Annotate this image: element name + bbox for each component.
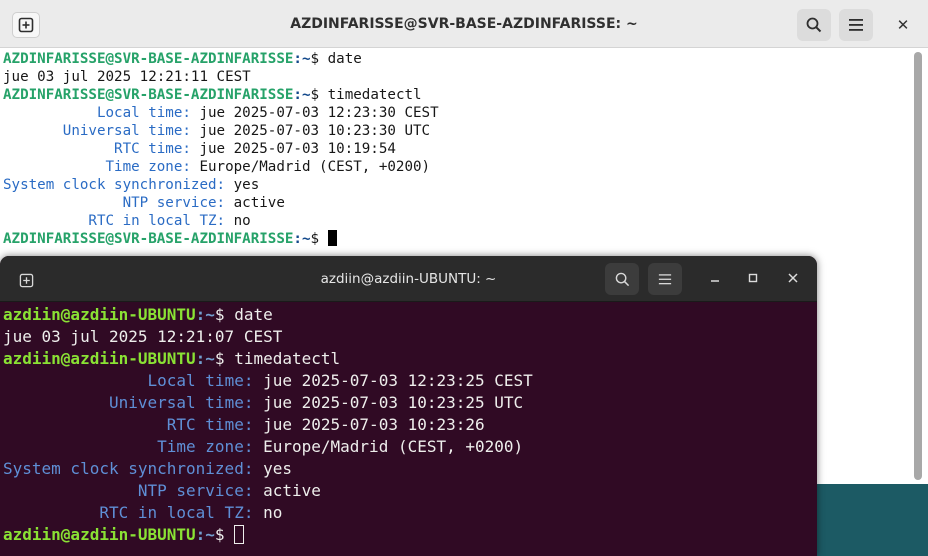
prompt-line: azdiin@azdiin-UBUNTU:~$: [3, 524, 813, 546]
hamburger-menu-icon: [849, 19, 863, 31]
row-label: RTC time:: [166, 415, 264, 434]
prompt-user-host: AZDINFARISSE@SVR-BASE-AZDINFARISSE: [3, 51, 294, 67]
front-terminal-titlebar[interactable]: azdiin@azdiin-UBUNTU: ~: [0, 256, 817, 302]
prompt-symbol: $: [310, 51, 328, 67]
menu-button[interactable]: [839, 9, 873, 41]
prompt-path: :~: [293, 231, 311, 247]
timedatectl-row: System clock synchronized: yes: [3, 176, 908, 194]
row-value: active: [233, 195, 285, 211]
row-label: Universal time:: [108, 393, 264, 412]
prompt-line: AZDINFARISSE@SVR-BASE-AZDINFARISSE:~$: [3, 230, 908, 248]
timedatectl-row: Local time: jue 2025-07-03 12:23:25 CEST: [3, 370, 813, 392]
timedatectl-row: NTP service: active: [3, 480, 813, 502]
command-text: date: [327, 51, 362, 67]
timedatectl-row: RTC in local TZ: no: [3, 502, 813, 524]
menu-button[interactable]: [648, 263, 682, 295]
row-value: yes: [263, 459, 292, 478]
row-label: Time zone:: [157, 437, 264, 456]
prompt-line: azdiin@azdiin-UBUNTU:~$ timedatectl: [3, 348, 813, 370]
row-label: Universal time:: [62, 123, 200, 139]
front-terminal-window: azdiin@azdiin-UBUNTU: ~ azdiin@azdiin-UB…: [0, 256, 817, 556]
maximize-button[interactable]: [742, 268, 764, 290]
timedatectl-row: RTC time: jue 2025-07-03 10:19:54: [3, 140, 908, 158]
prompt-symbol: $: [310, 87, 328, 103]
prompt-symbol: $: [310, 231, 328, 247]
timedatectl-row: RTC in local TZ: no: [3, 212, 908, 230]
close-icon: ✕: [896, 16, 910, 34]
prompt-symbol: $: [214, 305, 235, 324]
prompt-path: :~: [195, 525, 215, 544]
prompt-user-host: azdiin@azdiin-UBUNTU: [3, 525, 196, 544]
prompt-path: :~: [293, 51, 311, 67]
row-value: yes: [233, 177, 260, 193]
command-text: date: [234, 305, 273, 324]
scrollbar-thumb[interactable]: [914, 52, 922, 480]
prompt-path: :~: [293, 87, 311, 103]
hamburger-menu-icon: [658, 273, 672, 284]
row-label: System clock synchronized:: [3, 459, 264, 478]
row-value: jue 2025-07-03 12:23:30 CEST: [199, 105, 439, 121]
row-label: Local time:: [96, 105, 200, 121]
row-label: Local time:: [147, 371, 264, 390]
prompt-symbol: $: [214, 349, 235, 368]
date-output: jue 03 jul 2025 12:21:07 CEST: [3, 327, 283, 346]
back-terminal-titlebar[interactable]: AZDINFARISSE@SVR-BASE-AZDINFARISSE: ~ ✕: [0, 0, 928, 48]
timedatectl-row: NTP service: active: [3, 194, 908, 212]
prompt-user-host: azdiin@azdiin-UBUNTU: [3, 349, 196, 368]
row-value: jue 2025-07-03 12:23:25 CEST: [263, 371, 533, 390]
prompt-user-host: azdiin@azdiin-UBUNTU: [3, 305, 196, 324]
row-value: no: [263, 503, 283, 522]
search-button[interactable]: [797, 9, 831, 41]
maximize-icon: [748, 273, 758, 283]
minimize-icon: [711, 280, 719, 282]
front-terminal-output[interactable]: azdiin@azdiin-UBUNTU:~$ date jue 03 jul 2…: [3, 304, 813, 546]
prompt-symbol: $: [214, 525, 235, 544]
row-label: RTC in local TZ:: [99, 503, 264, 522]
scrollbar[interactable]: [914, 52, 922, 482]
prompt-line: azdiin@azdiin-UBUNTU:~$ date: [3, 304, 813, 326]
timedatectl-row: Time zone: Europe/Madrid (CEST, +0200): [3, 436, 813, 458]
back-terminal-output[interactable]: AZDINFARISSE@SVR-BASE-AZDINFARISSE:~$ da…: [3, 50, 908, 248]
minimize-button[interactable]: [704, 268, 726, 290]
row-value: jue 2025-07-03 10:23:26: [263, 415, 485, 434]
row-value: active: [263, 481, 321, 500]
row-label: RTC in local TZ:: [88, 213, 234, 229]
row-label: Time zone:: [105, 159, 200, 175]
prompt-user-host: AZDINFARISSE@SVR-BASE-AZDINFARISSE: [3, 231, 294, 247]
row-value: jue 2025-07-03 10:23:30 UTC: [199, 123, 431, 139]
prompt-path: :~: [195, 305, 215, 324]
row-label: NTP service:: [137, 481, 264, 500]
row-value: Europe/Madrid (CEST, +0200): [199, 159, 431, 175]
row-value: jue 2025-07-03 10:19:54: [199, 141, 396, 157]
close-icon: [788, 273, 798, 283]
date-output: jue 03 jul 2025 12:21:11 CEST: [3, 69, 251, 85]
close-button[interactable]: ✕: [892, 14, 914, 36]
text-cursor: [234, 525, 245, 544]
timedatectl-row: Universal time: jue 2025-07-03 10:23:30 …: [3, 122, 908, 140]
search-button[interactable]: [605, 263, 639, 295]
row-value: jue 2025-07-03 10:23:25 UTC: [263, 393, 524, 412]
timedatectl-row: Universal time: jue 2025-07-03 10:23:25 …: [3, 392, 813, 414]
timedatectl-row: Time zone: Europe/Madrid (CEST, +0200): [3, 158, 908, 176]
row-label: System clock synchronized:: [3, 177, 234, 193]
row-label: NTP service:: [122, 195, 234, 211]
window-title: azdiin@azdiin-UBUNTU: ~: [320, 271, 497, 287]
timedatectl-row: RTC time: jue 2025-07-03 10:23:26: [3, 414, 813, 436]
search-icon: [615, 272, 629, 286]
timedatectl-row: System clock synchronized: yes: [3, 458, 813, 480]
timedatectl-row: Local time: jue 2025-07-03 12:23:30 CEST: [3, 104, 908, 122]
close-button[interactable]: [782, 268, 804, 290]
row-value: no: [233, 213, 251, 229]
row-label: RTC time:: [114, 141, 200, 157]
row-value: Europe/Madrid (CEST, +0200): [263, 437, 524, 456]
search-icon: [806, 17, 822, 33]
text-cursor: [327, 230, 337, 246]
prompt-path: :~: [195, 349, 215, 368]
prompt-line: AZDINFARISSE@SVR-BASE-AZDINFARISSE:~$ da…: [3, 50, 908, 68]
command-text: timedatectl: [327, 87, 422, 103]
prompt-user-host: AZDINFARISSE@SVR-BASE-AZDINFARISSE: [3, 87, 294, 103]
window-title: AZDINFARISSE@SVR-BASE-AZDINFARISSE: ~: [290, 16, 638, 32]
command-text: timedatectl: [234, 349, 341, 368]
prompt-line: AZDINFARISSE@SVR-BASE-AZDINFARISSE:~$ ti…: [3, 86, 908, 104]
